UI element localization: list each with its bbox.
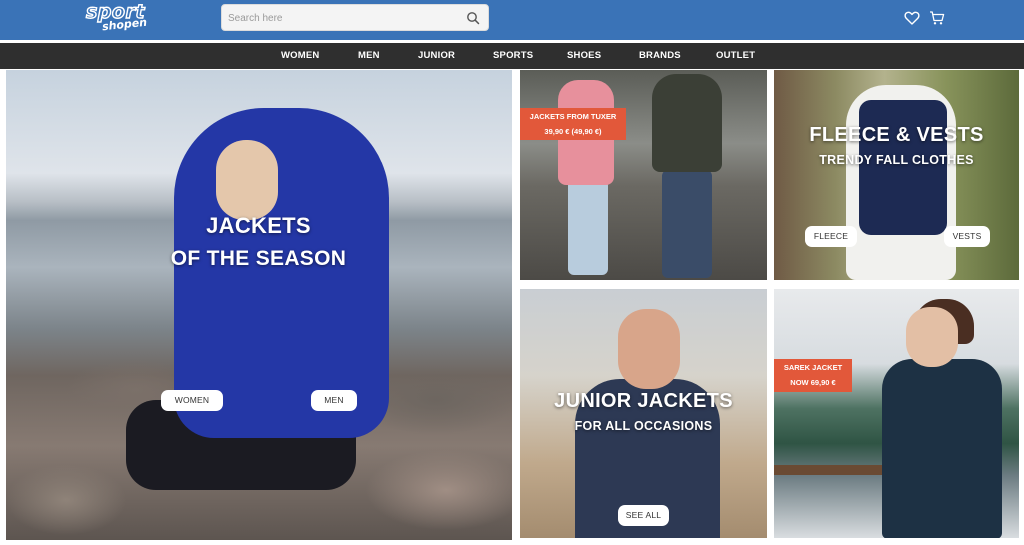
tuxer-photo-dark-jacket <box>652 74 722 172</box>
fleece-vests-banner[interactable]: FLEECE & VESTS TRENDY FALL CLOTHES FLEEC… <box>774 70 1019 280</box>
tuxer-photo-legs-right <box>662 170 712 278</box>
tuxer-badge-title: JACKETS FROM TUXER <box>529 112 617 121</box>
hero-banner[interactable]: JACKETS OF THE SEASON WOMEN MEN <box>6 70 512 540</box>
sarek-badge-price: NOW 69,90 € <box>790 378 836 387</box>
top-header: sport shopen <box>0 0 1024 40</box>
junior-title: JUNIOR JACKETS <box>554 390 733 412</box>
search-input[interactable] <box>228 9 458 27</box>
junior-photo-face <box>618 309 680 389</box>
hero-men-button[interactable]: MEN <box>311 390 357 411</box>
site-logo[interactable]: sport shopen <box>85 0 158 37</box>
nav-item-brands[interactable]: BRANDS <box>639 43 681 69</box>
nav-item-junior[interactable]: JUNIOR <box>418 43 455 69</box>
nav-item-women[interactable]: WOMEN <box>281 43 319 69</box>
sarek-photo-face <box>906 307 958 367</box>
vests-button[interactable]: VESTS <box>944 226 990 247</box>
tuxer-price-badge: JACKETS FROM TUXER 39,90 € (49,90 €) <box>520 108 626 140</box>
heart-icon[interactable] <box>904 10 920 26</box>
cart-icon[interactable] <box>929 10 945 26</box>
fleece-photo-vest <box>859 100 947 235</box>
search-bar <box>221 4 489 31</box>
fleece-button[interactable]: FLEECE <box>805 226 857 247</box>
sarek-photo-coat <box>882 359 1002 538</box>
hero-photo-face <box>216 140 278 220</box>
nav-item-outlet[interactable]: OUTLET <box>716 43 755 69</box>
nav-item-sports[interactable]: SPORTS <box>493 43 533 69</box>
nav-item-men[interactable]: MEN <box>358 43 380 69</box>
fleece-title: FLEECE & VESTS <box>809 124 984 146</box>
sarek-price-badge: SAREK JACKET NOW 69,90 € <box>774 359 852 392</box>
tuxer-photo-legs-left <box>568 180 608 275</box>
hero-photo-jacket <box>174 108 389 438</box>
sarek-badge-title: SAREK JACKET <box>783 363 843 372</box>
hero-title-line1: JACKETS <box>206 213 311 238</box>
junior-see-all-button[interactable]: SEE ALL <box>618 505 669 526</box>
main-nav: WOMEN MEN JUNIOR SPORTS SHOES BRANDS OUT… <box>0 43 1024 69</box>
junior-subtitle: FOR ALL OCCASIONS <box>574 419 713 433</box>
tuxer-badge-price: 39,90 € (49,90 €) <box>544 127 602 136</box>
junior-jackets-banner[interactable]: JUNIOR JACKETS FOR ALL OCCASIONS SEE ALL <box>520 289 767 538</box>
search-icon[interactable] <box>466 11 480 25</box>
tuxer-jackets-banner[interactable]: JACKETS FROM TUXER 39,90 € (49,90 €) <box>520 70 767 280</box>
sarek-jacket-banner[interactable]: SAREK JACKET NOW 69,90 € <box>774 289 1019 538</box>
hero-women-button[interactable]: WOMEN <box>161 390 223 411</box>
nav-item-shoes[interactable]: SHOES <box>567 43 601 69</box>
fleece-subtitle: TRENDY FALL CLOTHES <box>819 153 974 167</box>
hero-title-line2: OF THE SEASON <box>170 247 347 270</box>
